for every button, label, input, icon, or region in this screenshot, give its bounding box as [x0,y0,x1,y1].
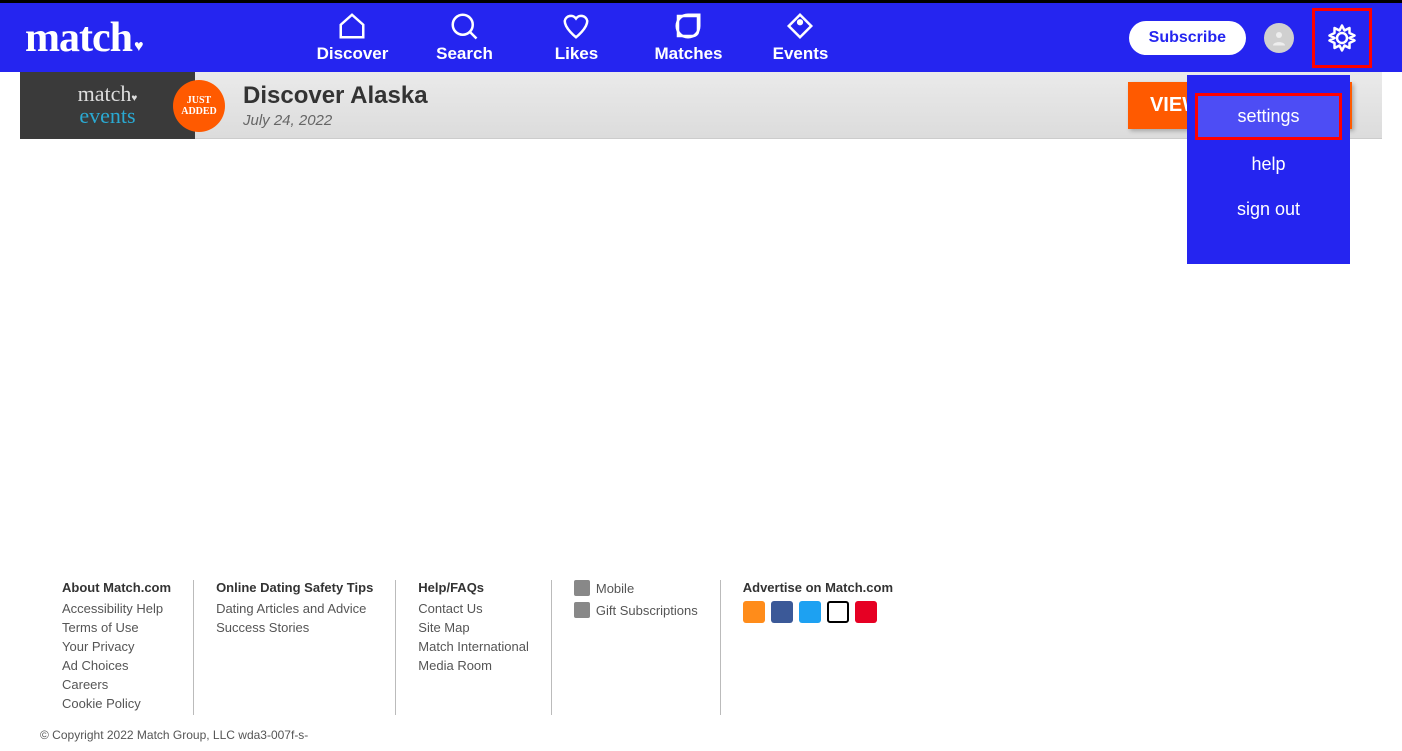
event-title: Discover Alaska [243,82,428,110]
footer-header: Help/FAQs [418,580,529,595]
badge-line1: JUST [187,95,211,106]
footer-link[interactable]: Media Room [418,658,529,673]
instagram-icon[interactable] [827,601,849,623]
user-icon [1270,29,1288,47]
footer-link[interactable]: Your Privacy [62,639,171,654]
social-icons [743,601,893,623]
nav-label: Likes [555,44,598,64]
event-banner: match♥ events JUST ADDED Discover Alaska… [20,72,1382,139]
heart-outline-icon [561,11,591,41]
badge-line2: ADDED [181,106,217,117]
dropdown-help[interactable]: help [1195,144,1342,185]
footer-header: About Match.com [62,580,171,595]
settings-gear-button[interactable] [1312,8,1372,68]
footer-link[interactable]: Contact Us [418,601,529,616]
footer-col-about: About Match.com Accessibility Help Terms… [40,580,194,715]
rss-icon[interactable] [743,601,765,623]
nav-items: Discover Search Likes Matches Events [302,11,850,64]
nav-discover[interactable]: Discover [302,11,402,64]
nav-label: Search [436,44,493,64]
just-added-badge: JUST ADDED [173,80,225,132]
logo-text: match [25,15,132,61]
footer-header: Online Dating Safety Tips [216,580,373,595]
event-text: Discover Alaska July 24, 2022 [243,82,428,129]
gear-icon [1327,23,1357,53]
footer-link[interactable]: Terms of Use [62,620,171,635]
footer-link[interactable]: Match International [418,639,529,654]
nav-right: Subscribe [1129,8,1402,68]
event-date: July 24, 2022 [243,112,428,129]
events-logo: match♥ events JUST ADDED [20,72,195,139]
dropdown-settings[interactable]: settings [1195,93,1342,140]
tag-icon [785,11,815,41]
footer-link[interactable]: Careers [62,677,171,692]
footer-link[interactable]: Accessibility Help [62,601,171,616]
nav-label: Discover [317,44,389,64]
footer-header: Advertise on Match.com [743,580,893,595]
nav-matches[interactable]: Matches [638,11,738,64]
footer-link[interactable]: Dating Articles and Advice [216,601,373,616]
footer: About Match.com Accessibility Help Terms… [0,580,955,715]
footer-col-mobile: Mobile Gift Subscriptions [552,580,721,715]
home-icon [337,11,367,41]
copyright: © Copyright 2022 Match Group, LLC wda3-0… [40,728,308,742]
events-logo-bottom: events [79,103,135,128]
phone-icon [574,580,590,596]
footer-mobile-label: Mobile [596,581,634,596]
footer-link[interactable]: Cookie Policy [62,696,171,711]
nav-label: Matches [654,44,722,64]
footer-col-help: Help/FAQs Contact Us Site Map Match Inte… [396,580,552,715]
search-icon [449,11,479,41]
chat-icon [673,11,703,41]
gift-icon [574,602,590,618]
twitter-icon[interactable] [799,601,821,623]
avatar[interactable] [1264,23,1294,53]
facebook-icon[interactable] [771,601,793,623]
heart-icon: ♥ [134,38,143,56]
settings-dropdown: settings help sign out [1187,75,1350,264]
footer-link[interactable]: Ad Choices [62,658,171,673]
nav-search[interactable]: Search [414,11,514,64]
footer-gift-link[interactable]: Gift Subscriptions [574,602,698,618]
nav-label: Events [773,44,829,64]
footer-col-advertise: Advertise on Match.com [721,580,915,715]
pinterest-icon[interactable] [855,601,877,623]
navbar: match♥ Discover Search Likes Matches Eve… [0,0,1402,72]
dropdown-signout[interactable]: sign out [1195,189,1342,230]
footer-link[interactable]: Site Map [418,620,529,635]
footer-mobile-link[interactable]: Mobile [574,580,698,596]
footer-link[interactable]: Success Stories [216,620,373,635]
logo[interactable]: match♥ [0,14,182,62]
footer-gift-label: Gift Subscriptions [596,603,698,618]
nav-events[interactable]: Events [750,11,850,64]
nav-likes[interactable]: Likes [526,11,626,64]
subscribe-button[interactable]: Subscribe [1129,21,1246,55]
footer-col-safety: Online Dating Safety Tips Dating Article… [194,580,396,715]
